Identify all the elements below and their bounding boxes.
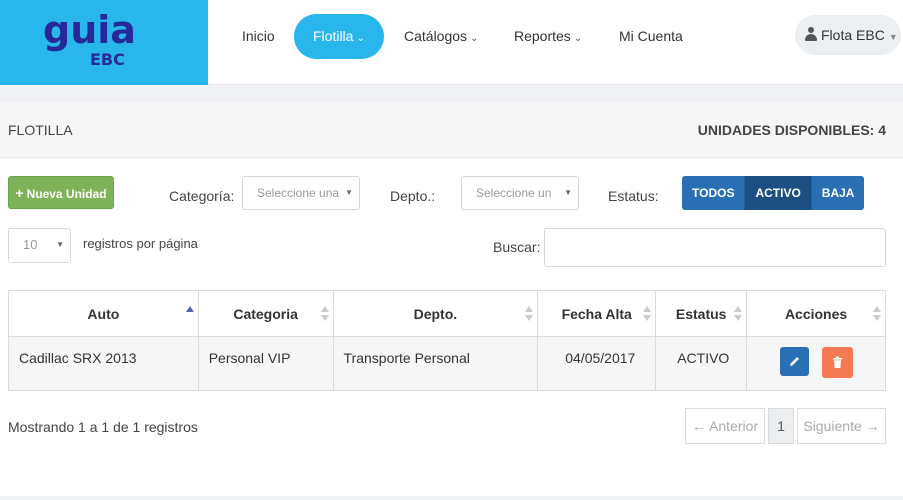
cell-fecha-alta: 04/05/2017: [537, 336, 657, 391]
flotilla-panel: FLOTILLA UNIDADES DISPONIBLES: 4 + Nueva …: [0, 102, 903, 496]
table-info: Mostrando 1 a 1 de 1 registros: [8, 419, 198, 435]
column-header-depto[interactable]: Depto.: [332, 290, 539, 337]
page-size-select[interactable]: 10 ▼: [8, 228, 71, 263]
sort-asc-icon: [185, 306, 194, 322]
search-input[interactable]: [544, 228, 886, 267]
user-menu-button[interactable]: Flota EBC ▼: [795, 15, 901, 55]
depto-select[interactable]: Seleccione un ▼: [461, 176, 579, 210]
trash-icon: [833, 356, 842, 368]
top-navbar: guia EBC Inicio Flotilla ⌄ Catálogos ⌄ Rep…: [0, 0, 903, 85]
pagination-previous[interactable]: ← Anterior: [685, 408, 765, 444]
new-unit-button-label: Nueva Unidad: [26, 187, 107, 201]
chevron-down-icon: ⌄: [470, 33, 479, 44]
nav-item-mi-cuenta[interactable]: Mi Cuenta: [619, 14, 683, 59]
sort-icon: [320, 306, 329, 322]
column-header-auto[interactable]: Auto: [8, 290, 199, 337]
categoria-label: Categoría:: [169, 188, 235, 204]
sort-icon: [643, 306, 652, 322]
column-header-label: Estatus: [675, 305, 727, 322]
categoria-select[interactable]: Seleccione una ▼: [242, 176, 360, 210]
nav-item-flotilla[interactable]: Flotilla ⌄: [294, 14, 384, 59]
user-icon: [805, 27, 817, 41]
brand-logo[interactable]: guia EBC: [0, 0, 208, 85]
estatus-todos-button[interactable]: TODOS: [682, 176, 746, 210]
delete-button[interactable]: [822, 347, 853, 378]
cell-estatus: ACTIVO: [655, 336, 748, 391]
plus-icon: +: [15, 185, 24, 201]
pencil-icon: [790, 357, 799, 366]
sort-icon: [525, 306, 534, 322]
caret-down-icon: ▼: [888, 32, 898, 42]
cell-auto: Cadillac SRX 2013: [8, 336, 199, 391]
nav-item-label: Flotilla: [313, 28, 354, 44]
column-header-fecha-alta[interactable]: Fecha Alta: [537, 290, 657, 337]
estatus-baja-button[interactable]: BAJA: [811, 176, 865, 210]
chevron-down-icon: ⌄: [573, 33, 583, 44]
nav-item-label: Mi Cuenta: [619, 28, 683, 44]
nav-item-inicio[interactable]: Inicio: [242, 14, 275, 59]
brand-logo-subtext: EBC: [90, 50, 125, 69]
dropdown-arrow-icon: ▼: [564, 188, 572, 197]
search-label: Buscar:: [493, 239, 541, 255]
panel-title: FLOTILLA: [8, 122, 73, 138]
page-size-value: 10: [23, 237, 38, 252]
panel-header: FLOTILLA UNIDADES DISPONIBLES: 4: [0, 102, 903, 158]
sort-icon: [734, 306, 743, 322]
estatus-label: Estatus:: [608, 188, 659, 204]
column-header-label: Auto: [87, 305, 120, 322]
cell-depto: Transporte Personal: [332, 336, 539, 391]
edit-button[interactable]: [780, 347, 809, 376]
cell-categoria: Personal VIP: [197, 336, 334, 391]
dropdown-arrow-icon: ▼: [56, 240, 64, 249]
nav-item-catalogos[interactable]: Catálogos ⌄: [404, 14, 478, 59]
column-header-label: Fecha Alta: [561, 305, 632, 322]
column-header-acciones[interactable]: Acciones: [746, 290, 886, 337]
column-header-label: Categoria: [233, 305, 298, 322]
nav-item-label: Reportes: [514, 28, 571, 44]
column-header-label: Depto.: [413, 305, 458, 322]
estatus-activo-button[interactable]: ACTIVO: [745, 176, 812, 210]
user-name: Flota EBC: [821, 27, 885, 43]
available-units-count: UNIDADES DISPONIBLES: 4: [697, 122, 886, 138]
column-header-label: Acciones: [784, 305, 848, 322]
dropdown-arrow-icon: ▼: [345, 188, 353, 197]
nav-item-reportes[interactable]: Reportes ⌄: [514, 14, 582, 59]
estatus-filter-group: TODOS ACTIVO BAJA: [682, 176, 865, 210]
nav-item-label: Catálogos: [404, 28, 468, 44]
column-header-estatus[interactable]: Estatus: [655, 290, 748, 337]
nav-item-label: Inicio: [242, 28, 275, 44]
table-row: Cadillac SRX 2013 Personal VIP Transport…: [8, 336, 886, 391]
depto-select-placeholder: Seleccione un: [476, 186, 552, 200]
cell-acciones: [746, 336, 886, 391]
categoria-select-placeholder: Seleccione una: [257, 186, 340, 200]
brand-logo-text: guia: [43, 8, 136, 52]
pagination-next[interactable]: Siguiente →: [797, 408, 886, 444]
column-header-categoria[interactable]: Categoria: [197, 290, 334, 337]
chevron-down-icon: ⌄: [356, 33, 365, 44]
pagination-page-1[interactable]: 1: [768, 408, 794, 444]
table-header-row: Auto Categoria Depto. Fecha Alta Estatus…: [8, 290, 886, 337]
page-size-label: registros por página: [83, 236, 198, 251]
sort-icon: [873, 306, 881, 322]
fleet-table: Auto Categoria Depto. Fecha Alta Estatus…: [8, 290, 886, 391]
depto-label: Depto.:: [390, 188, 436, 204]
new-unit-button[interactable]: + Nueva Unidad: [8, 176, 114, 209]
